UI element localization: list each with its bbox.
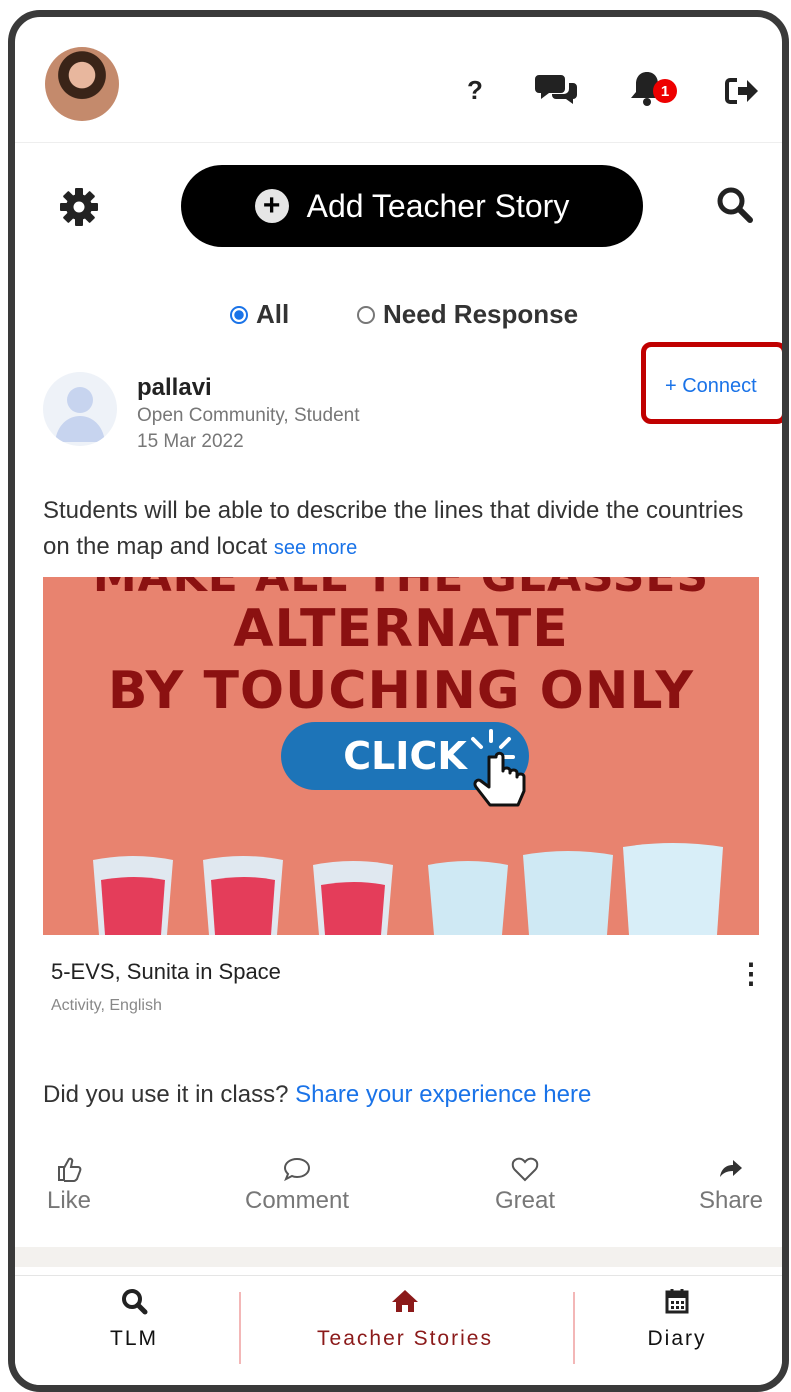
calendar-icon <box>665 1289 689 1314</box>
gear-icon[interactable] <box>57 185 101 229</box>
resource-caption[interactable]: 5-EVS, Sunita in Space <box>51 959 281 985</box>
great-label: Great <box>494 1187 556 1214</box>
like-label: Like <box>46 1187 92 1214</box>
thumbs-up-icon <box>58 1157 82 1182</box>
post-media[interactable]: MAKE ALL THE GLASSES ALTERNATE BY TOUCHI… <box>43 577 759 935</box>
more-options-icon[interactable]: ⋮ <box>737 957 765 990</box>
plus-circle-icon: + <box>254 189 289 223</box>
media-text-line1: ALTERNATE <box>233 599 569 659</box>
post-description: Students will be able to describe the li… <box>43 493 753 566</box>
nav-teacher-stories-label: Teacher Stories <box>317 1327 493 1350</box>
phone-frame: ? 1 + Add Teacher Story All Need Respons… <box>8 10 789 1392</box>
nav-teacher-stories[interactable]: Teacher Stories <box>285 1287 525 1351</box>
nav-divider <box>573 1292 575 1364</box>
connect-button[interactable]: + Connect <box>665 375 757 398</box>
notification-bell-icon[interactable]: 1 <box>627 69 683 109</box>
comment-icon <box>283 1157 311 1182</box>
header-divider <box>15 142 782 143</box>
nav-tlm-label: TLM <box>110 1327 158 1350</box>
chat-icon[interactable] <box>535 71 579 110</box>
author-avatar[interactable] <box>43 372 117 446</box>
help-icon[interactable]: ? <box>467 75 483 106</box>
post-separator <box>15 1247 782 1267</box>
filter-all-label: All <box>256 299 290 329</box>
comment-button[interactable]: Comment <box>237 1155 357 1215</box>
search-icon <box>122 1289 148 1315</box>
filter-need-response-label: Need Response <box>383 299 579 329</box>
comment-label: Comment <box>244 1187 350 1214</box>
notification-badge: 1 <box>653 79 677 103</box>
radio-selected-indicator <box>230 305 248 324</box>
logout-icon[interactable] <box>725 77 759 110</box>
radio-unselected-indicator <box>357 305 375 324</box>
heart-icon <box>511 1157 539 1182</box>
media-click-label: CLICK <box>343 734 467 778</box>
add-teacher-story-button[interactable]: + Add Teacher Story <box>181 165 643 247</box>
like-button[interactable]: Like <box>39 1155 99 1215</box>
resource-tags: Activity, English <box>51 997 162 1014</box>
nav-diary[interactable]: Diary <box>627 1287 727 1351</box>
post-description-text: Students will be able to describe the li… <box>43 497 744 560</box>
share-arrow-icon <box>720 1160 742 1177</box>
filter-all-radio[interactable]: All <box>230 299 289 330</box>
user-avatar[interactable] <box>45 47 119 121</box>
great-button[interactable]: Great <box>485 1155 565 1215</box>
see-more-link[interactable]: see more <box>274 537 357 559</box>
post-date: 15 Mar 2022 <box>137 431 244 452</box>
share-label: Share <box>698 1187 764 1214</box>
jugs-illustration <box>93 843 723 935</box>
author-name[interactable]: pallavi <box>137 374 212 402</box>
nav-divider <box>239 1292 241 1364</box>
author-meta: Open Community, Student <box>137 405 360 426</box>
search-icon[interactable] <box>715 185 755 225</box>
add-teacher-story-label: Add Teacher Story <box>306 187 570 224</box>
experience-question: Did you use it in class? <box>43 1081 289 1108</box>
nav-diary-label: Diary <box>647 1327 707 1350</box>
nav-tlm[interactable]: TLM <box>79 1287 189 1351</box>
filter-need-response-radio[interactable]: Need Response <box>357 299 578 330</box>
share-experience-link[interactable]: Share your experience here <box>295 1081 591 1108</box>
experience-prompt: Did you use it in class? Share your expe… <box>43 1081 591 1109</box>
home-icon <box>392 1290 418 1312</box>
share-button[interactable]: Share <box>691 1155 771 1215</box>
pointer-hand-icon <box>463 727 553 822</box>
